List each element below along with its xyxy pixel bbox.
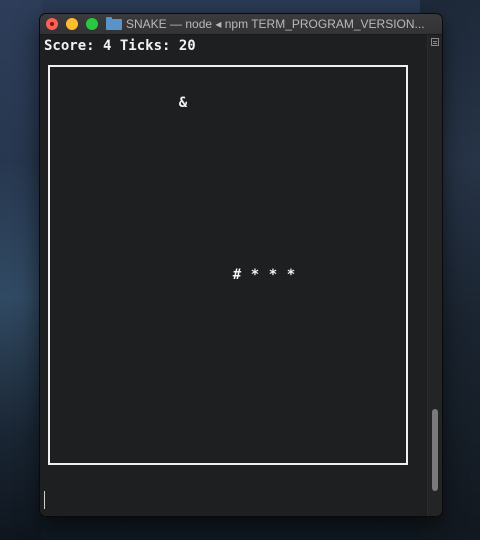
snake-body-segment: * [250,267,260,283]
scrollbar[interactable] [427,35,442,516]
folder-icon [106,17,122,30]
snake-body-segment: * [286,267,296,283]
status-line: Score: 4 Ticks: 20 [44,38,196,54]
game-board: & # * * * [48,65,408,465]
snake-head: # [232,267,242,283]
scroll-thumb[interactable] [432,409,438,492]
terminal-window: SNAKE — node ◂ npm TERM_PROGRAM_VERSION.… [40,14,442,516]
food-item: & [178,95,188,111]
snake-body-segment: * [268,267,278,283]
terminal-content[interactable]: Score: 4 Ticks: 20 & # * * * [40,35,428,516]
minimize-icon[interactable] [66,18,78,30]
close-icon[interactable] [46,18,58,30]
text-cursor [44,491,45,509]
window-title: SNAKE — node ◂ npm TERM_PROGRAM_VERSION.… [126,17,425,31]
desktop-background-left [0,0,42,540]
title-bar[interactable]: SNAKE — node ◂ npm TERM_PROGRAM_VERSION.… [40,14,442,35]
scrollbar-menu-icon[interactable] [431,38,439,46]
zoom-icon[interactable] [86,18,98,30]
